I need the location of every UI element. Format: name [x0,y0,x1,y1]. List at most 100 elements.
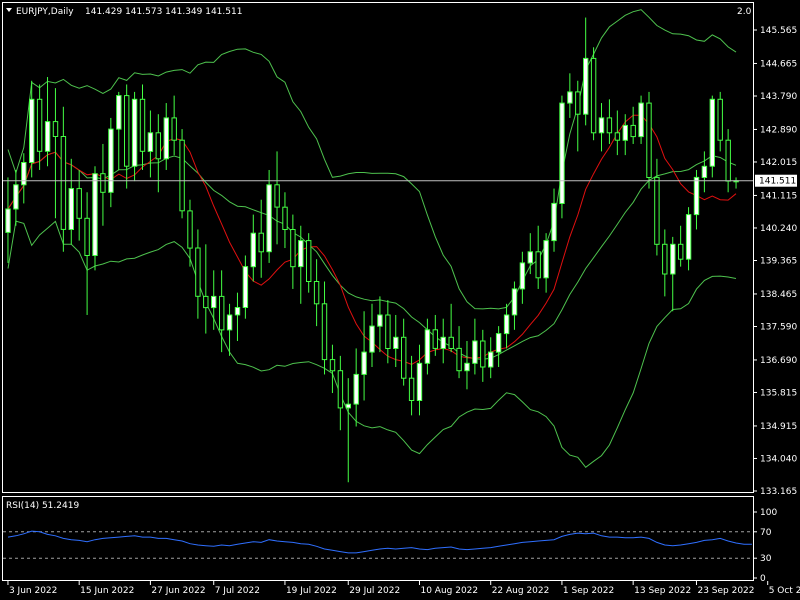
candle [685,214,692,260]
candle [187,210,193,249]
time-tick-label: 10 Aug 2022 [420,586,478,596]
candle [448,336,454,349]
candle [211,295,217,309]
candle [614,132,621,141]
candle [353,373,359,405]
candle [258,232,264,253]
candle [329,359,336,372]
candle [219,295,225,331]
rsi-indicator [3,530,753,559]
candle [306,240,312,283]
candle [598,117,605,134]
candle [590,57,597,134]
price-tick-label: 140.240 [760,224,797,234]
time-tick-label: 29 Jul 2022 [349,586,400,596]
bollinger-upper-band [7,9,737,310]
candle [480,340,486,368]
candle [100,173,106,193]
candle [495,333,502,353]
price-tick-label: 143.790 [760,92,797,102]
candle [361,351,367,375]
candle [68,188,74,231]
candle [298,240,304,268]
candle [393,336,399,349]
candle [567,91,573,104]
time-tick-label: 3 Jun 2022 [9,586,57,596]
candle [456,347,462,372]
price-tick-label: 134.040 [760,454,797,464]
candle [583,57,589,115]
price-tick-label: 134.915 [760,422,797,432]
candle [124,95,130,167]
candle [408,377,415,402]
price-pane [2,2,754,493]
time-tick-label: 19 Jul 2022 [286,586,337,596]
candle [678,243,684,260]
candle [92,173,98,256]
candle [29,98,35,164]
scale-label: 2.0 [737,7,752,17]
candle [416,362,423,401]
candle [147,132,154,152]
candle [385,314,391,349]
candle [543,240,549,279]
candle [321,303,328,361]
rsi-tick-label: 30 [760,554,772,564]
rsi-tick-label: 100 [760,508,777,518]
candle [670,243,676,275]
candle [559,102,565,204]
time-tick-label: 15 Jun 2022 [80,586,134,596]
candle [163,117,170,160]
candle [472,340,478,364]
candle [424,329,431,364]
candle [725,139,731,182]
price-tick-label: 145.565 [760,26,797,36]
time-tick-label: 13 Sep 2022 [634,586,691,596]
candle [511,288,518,316]
candle [693,176,700,216]
candle [108,128,114,193]
rsi-line [7,530,752,554]
candle [13,184,19,210]
price-tick-label: 141.115 [760,191,797,201]
candle [116,95,122,130]
time-tick-label: 1 Sep 2022 [563,586,614,596]
candle [171,117,177,141]
chevron-down-icon[interactable] [6,8,12,12]
candle [440,336,446,349]
candle [401,336,407,379]
time-tick-label: 22 Aug 2022 [492,586,550,596]
current-price-label: 141.511 [759,177,796,187]
time-tick-label: 5 Oct 2022 [769,586,800,596]
candle [226,314,233,331]
price-tick-label: 144.665 [760,59,797,69]
bollinger-bands [7,9,737,468]
candle [488,351,494,368]
candle [250,232,257,268]
candle [36,98,43,152]
candle [203,295,209,309]
price-tick-label: 136.690 [760,356,797,366]
candle [519,262,526,290]
candle [551,202,557,242]
candle [377,314,383,327]
candle [503,314,510,335]
price-tick-label: 133.165 [760,487,797,497]
rsi-tick-label: 0 [760,574,766,584]
rsi-title: RSI(14) 51.2419 [6,501,79,511]
candle [535,251,541,279]
candle [155,132,162,160]
time-tick-label: 23 Sep 2022 [697,586,754,596]
rsi-axis: 100 70 30 0 [753,508,777,584]
time-tick-label: 27 Jun 2022 [151,586,205,596]
candle [709,98,715,167]
ohlc-readout: 141.429 141.573 141.349 141.511 [85,7,242,17]
candle [21,162,27,186]
candle [701,165,708,179]
candle [195,247,201,297]
candle [527,251,533,264]
price-axis: 145.565 144.665 143.790 142.890 142.015 141.1… [753,26,797,497]
candle [606,117,613,134]
candle [638,102,644,138]
candle [337,370,344,409]
